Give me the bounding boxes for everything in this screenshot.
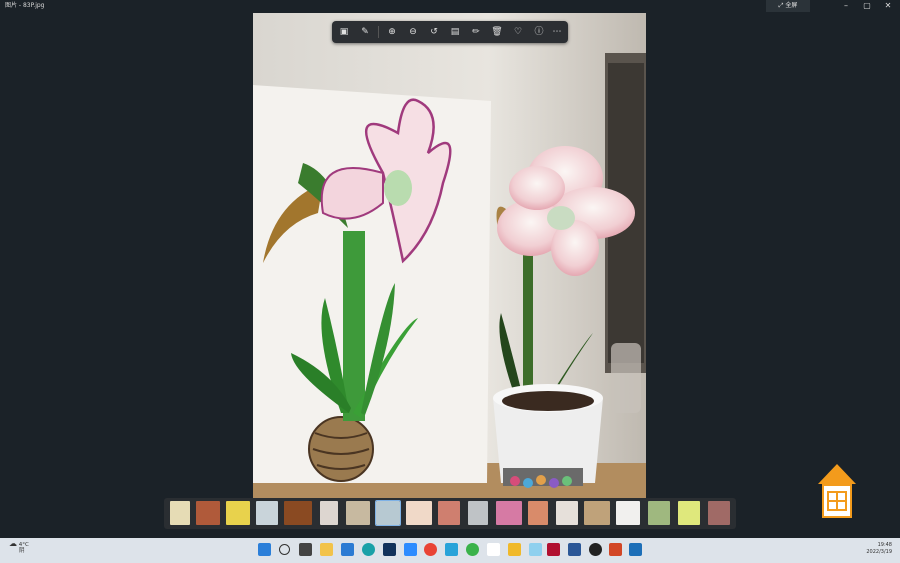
thumbnail[interactable] <box>528 501 548 525</box>
taskbar <box>0 538 900 563</box>
thumbnail[interactable] <box>648 501 670 525</box>
powerpoint-icon[interactable] <box>609 543 622 556</box>
thumbnail[interactable] <box>256 501 278 525</box>
weather-desc: 阴 <box>19 548 25 554</box>
thumbnail[interactable] <box>708 501 730 525</box>
thumbnail[interactable] <box>468 501 488 525</box>
filmstrip <box>164 498 736 529</box>
thumbnail[interactable] <box>226 501 250 525</box>
photos-icon[interactable] <box>629 543 642 556</box>
title-bar: 图片 - 83P.jpg ⤢ 全屏 – ▢ ✕ <box>0 0 900 12</box>
app-icon-2[interactable] <box>508 543 521 556</box>
toolbar-divider <box>378 26 379 38</box>
notes-icon[interactable] <box>487 543 500 556</box>
photoshop-icon[interactable] <box>383 543 396 556</box>
fullscreen-button[interactable]: ⤢ 全屏 <box>766 0 810 12</box>
thumbnail-selected[interactable] <box>375 500 401 526</box>
thumbnail[interactable] <box>346 501 370 525</box>
window-title: 图片 - 83P.jpg <box>5 2 45 9</box>
zoom-icon[interactable] <box>404 543 417 556</box>
zoom-in-icon[interactable]: ⊕ <box>384 24 400 40</box>
task-view-icon[interactable] <box>299 543 312 556</box>
edit-icon[interactable]: ✎ <box>357 24 373 40</box>
file-explorer-icon[interactable] <box>320 543 333 556</box>
favorite-icon[interactable]: ♡ <box>510 24 526 40</box>
thumbnail[interactable] <box>170 501 190 525</box>
thumbnail[interactable] <box>406 501 432 525</box>
watermark-house-logo <box>818 464 856 518</box>
draw-icon[interactable]: ✏ <box>468 24 484 40</box>
thumbnail[interactable] <box>678 501 700 525</box>
minimize-button[interactable]: – <box>835 0 857 12</box>
thumbnail[interactable] <box>196 501 220 525</box>
search-icon[interactable] <box>279 544 290 555</box>
delete-icon[interactable]: 🗑 <box>489 24 505 40</box>
fullscreen-label: 全屏 <box>785 2 798 9</box>
zoom-out-icon[interactable]: ⊖ <box>405 24 421 40</box>
system-clock[interactable]: 19:48 2022/3/19 <box>866 542 892 556</box>
photo-image <box>253 13 646 507</box>
app-icon-3[interactable] <box>529 543 542 556</box>
markup-icon[interactable]: ▤ <box>447 24 463 40</box>
thumbnail[interactable] <box>496 501 522 525</box>
browser-icon[interactable] <box>466 543 479 556</box>
crop-icon[interactable]: ▣ <box>336 24 352 40</box>
weather-widget[interactable]: ☁ 4°C 阴 <box>9 539 29 555</box>
clock-time: 19:48 <box>877 542 892 548</box>
edge-icon[interactable] <box>362 543 375 556</box>
clock-date: 2022/3/19 <box>866 549 892 555</box>
close-button[interactable]: ✕ <box>877 0 899 12</box>
chrome-icon[interactable] <box>424 543 437 556</box>
start-icon[interactable] <box>258 543 271 556</box>
rotate-icon[interactable]: ↺ <box>426 24 442 40</box>
cloud-icon: ☁ <box>9 539 17 548</box>
image-toolbar: ▣ ✎ ⊕ ⊖ ↺ ▤ ✏ 🗑 ♡ ⓘ ⋯ <box>332 21 568 43</box>
store-icon[interactable] <box>341 543 354 556</box>
info-icon[interactable]: ⓘ <box>531 24 547 40</box>
thumbnail[interactable] <box>584 501 610 525</box>
thumbnail[interactable] <box>556 501 578 525</box>
maximize-button[interactable]: ▢ <box>856 0 878 12</box>
app-icon-5[interactable] <box>589 543 602 556</box>
thumbnail[interactable] <box>616 501 640 525</box>
photo-viewport[interactable] <box>253 13 646 507</box>
app-icon[interactable] <box>445 543 458 556</box>
thumbnail[interactable] <box>438 501 460 525</box>
app-icon-4[interactable] <box>547 543 560 556</box>
word-icon[interactable] <box>568 543 581 556</box>
thumbnail[interactable] <box>320 501 338 525</box>
more-icon[interactable]: ⋯ <box>549 24 565 40</box>
thumbnail[interactable] <box>284 501 312 525</box>
